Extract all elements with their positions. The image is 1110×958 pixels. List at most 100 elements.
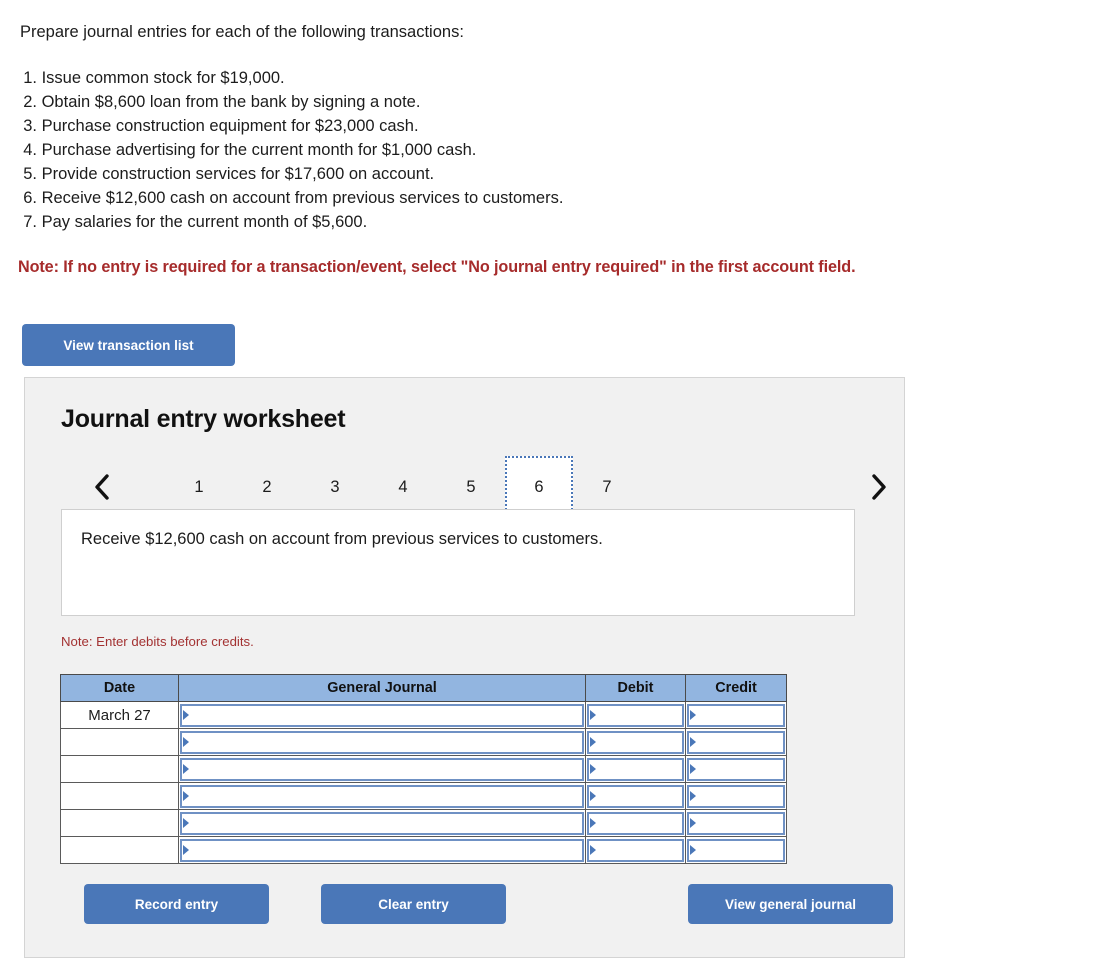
- transaction-text: Purchase construction equipment for $23,…: [41, 117, 419, 135]
- account-select[interactable]: [180, 703, 584, 727]
- credit-input[interactable]: [687, 703, 785, 727]
- caret-icon: [590, 710, 596, 720]
- debit-cell: [585, 809, 686, 837]
- transaction-number: 1.: [23, 69, 37, 87]
- worksheet-tab-5[interactable]: 5: [437, 460, 505, 514]
- credit-cell: [685, 809, 787, 837]
- column-header-debit: Debit: [585, 674, 686, 702]
- debit-cell: [585, 755, 686, 783]
- journal-entry-worksheet-panel: Journal entry worksheet 1 2 3 4 5 6 7 Re…: [24, 377, 905, 958]
- account-select[interactable]: [180, 811, 584, 835]
- table-row: March 27: [60, 701, 787, 729]
- general-journal-cell: [178, 836, 586, 864]
- debit-input[interactable]: [587, 757, 684, 781]
- clear-entry-button[interactable]: Clear entry: [321, 884, 506, 924]
- debit-input[interactable]: [587, 811, 684, 835]
- worksheet-tab-2[interactable]: 2: [233, 460, 301, 514]
- table-row: [60, 782, 787, 810]
- transaction-item: 5. Provide construction services for $17…: [20, 162, 563, 186]
- account-select[interactable]: [180, 730, 584, 754]
- date-cell[interactable]: [60, 755, 179, 783]
- account-select[interactable]: [180, 784, 584, 808]
- caret-icon: [690, 737, 696, 747]
- caret-icon: [183, 845, 189, 855]
- caret-icon: [690, 845, 696, 855]
- credit-cell: [685, 836, 787, 864]
- page-title: Prepare journal entries for each of the …: [20, 23, 464, 41]
- debit-input[interactable]: [587, 730, 684, 754]
- general-journal-cell: [178, 782, 586, 810]
- general-journal-cell: [178, 701, 586, 729]
- transaction-text: Provide construction services for $17,60…: [41, 165, 435, 183]
- transaction-item: 4. Purchase advertising for the current …: [20, 138, 563, 162]
- view-general-journal-button[interactable]: View general journal: [688, 884, 893, 924]
- transaction-number: 7.: [23, 213, 37, 231]
- date-cell[interactable]: [60, 728, 179, 756]
- worksheet-tab-7[interactable]: 7: [573, 460, 641, 514]
- view-transaction-list-button[interactable]: View transaction list: [22, 324, 235, 366]
- debit-cell: [585, 728, 686, 756]
- credit-cell: [685, 755, 787, 783]
- transaction-number: 4.: [23, 141, 37, 159]
- debit-input[interactable]: [587, 703, 684, 727]
- transaction-number: 2.: [23, 93, 37, 111]
- transaction-list: 1. Issue common stock for $19,000. 2. Ob…: [20, 66, 563, 234]
- worksheet-tab-1[interactable]: 1: [165, 460, 233, 514]
- caret-icon: [690, 818, 696, 828]
- column-header-general-journal: General Journal: [178, 674, 586, 702]
- date-cell[interactable]: [60, 836, 179, 864]
- chevron-left-icon[interactable]: [83, 460, 121, 514]
- caret-icon: [690, 764, 696, 774]
- general-journal-cell: [178, 809, 586, 837]
- transaction-text: Receive $12,600 cash on account from pre…: [41, 189, 564, 207]
- credit-input[interactable]: [687, 838, 785, 862]
- transaction-item: 3. Purchase construction equipment for $…: [20, 114, 563, 138]
- date-cell[interactable]: [60, 782, 179, 810]
- transaction-text: Obtain $8,600 loan from the bank by sign…: [41, 93, 421, 111]
- debit-input[interactable]: [587, 838, 684, 862]
- credit-cell: [685, 701, 787, 729]
- caret-icon: [590, 737, 596, 747]
- credit-input[interactable]: [687, 811, 785, 835]
- date-cell[interactable]: [60, 809, 179, 837]
- caret-icon: [183, 737, 189, 747]
- page-root: Prepare journal entries for each of the …: [0, 0, 1110, 958]
- caret-icon: [590, 791, 596, 801]
- caret-icon: [690, 710, 696, 720]
- transaction-item: 6. Receive $12,600 cash on account from …: [20, 186, 563, 210]
- transaction-text: Purchase advertising for the current mon…: [41, 141, 477, 159]
- column-header-date: Date: [60, 674, 179, 702]
- date-cell[interactable]: March 27: [60, 701, 179, 729]
- credit-input[interactable]: [687, 730, 785, 754]
- general-journal-cell: [178, 728, 586, 756]
- debits-before-credits-note: Note: Enter debits before credits.: [61, 634, 254, 649]
- transaction-item: 2. Obtain $8,600 loan from the bank by s…: [20, 90, 563, 114]
- worksheet-title: Journal entry worksheet: [61, 405, 346, 433]
- account-select[interactable]: [180, 757, 584, 781]
- debit-cell: [585, 701, 686, 729]
- general-journal-cell: [178, 755, 586, 783]
- credit-input[interactable]: [687, 757, 785, 781]
- caret-icon: [590, 845, 596, 855]
- credit-cell: [685, 728, 787, 756]
- debit-input[interactable]: [587, 784, 684, 808]
- transaction-number: 5.: [23, 165, 37, 183]
- debit-cell: [585, 836, 686, 864]
- worksheet-tab-3[interactable]: 3: [301, 460, 369, 514]
- record-entry-button[interactable]: Record entry: [84, 884, 269, 924]
- table-row: [60, 809, 787, 837]
- no-entry-required-note: Note: If no entry is required for a tran…: [18, 258, 856, 276]
- account-select[interactable]: [180, 838, 584, 862]
- transaction-item: 7. Pay salaries for the current month of…: [20, 210, 563, 234]
- transaction-number: 6.: [23, 189, 37, 207]
- table-row: [60, 755, 787, 783]
- transaction-number: 3.: [23, 117, 37, 135]
- caret-icon: [183, 710, 189, 720]
- transaction-text: Issue common stock for $19,000.: [41, 69, 285, 87]
- chevron-right-icon[interactable]: [859, 460, 897, 514]
- credit-input[interactable]: [687, 784, 785, 808]
- credit-cell: [685, 782, 787, 810]
- worksheet-tab-4[interactable]: 4: [369, 460, 437, 514]
- journal-entry-table: Date General Journal Debit Credit March …: [60, 674, 787, 864]
- caret-icon: [183, 818, 189, 828]
